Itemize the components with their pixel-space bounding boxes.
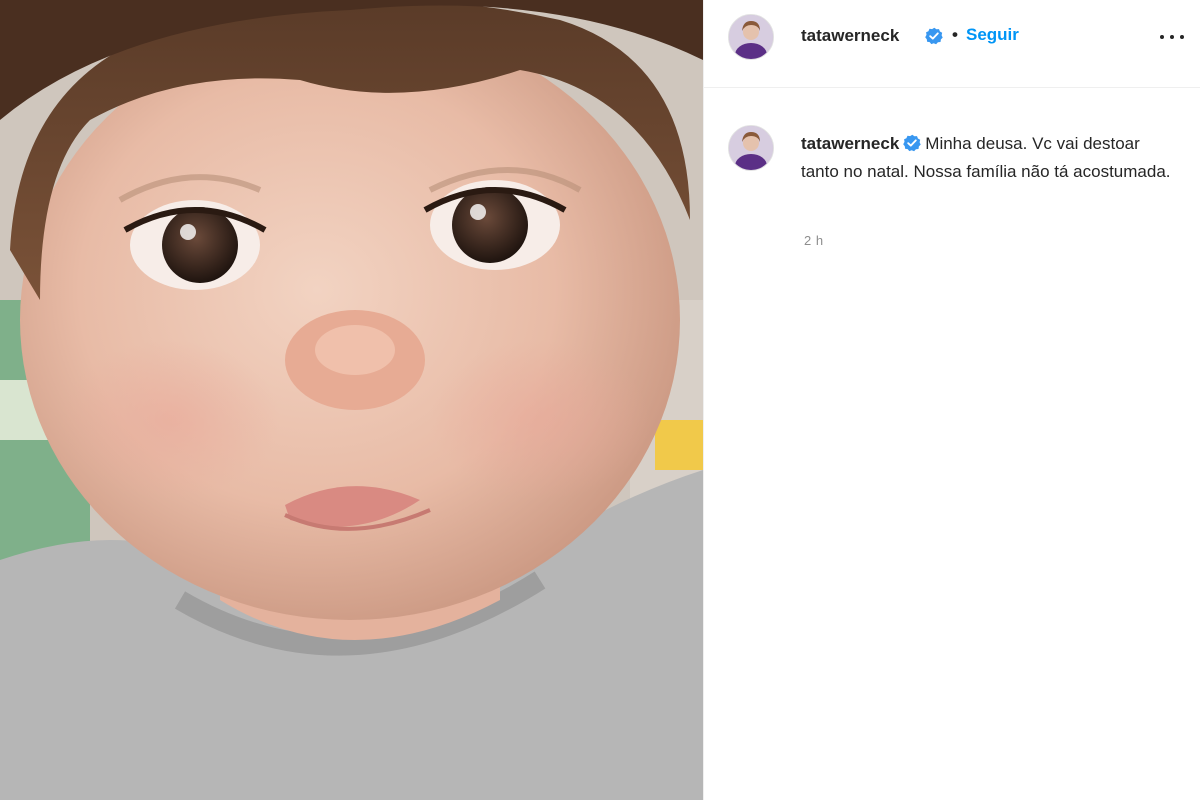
post-header: tatawerneck • Seguir [704, 0, 1200, 88]
more-dot [1170, 35, 1174, 39]
more-dot [1180, 35, 1184, 39]
caption-text-block: tatawerneck Minha deusa. Vc vai destoar … [801, 130, 1173, 186]
caption-username[interactable]: tatawerneck [801, 134, 899, 153]
author-avatar[interactable] [728, 14, 774, 60]
caption-author-avatar[interactable] [728, 125, 774, 171]
author-username[interactable]: tatawerneck [801, 26, 899, 46]
verified-badge-icon [925, 27, 943, 45]
baby-photo-illustration [0, 0, 703, 800]
header-separator: • [952, 25, 958, 44]
avatar-image [729, 126, 773, 170]
post-photo[interactable] [0, 0, 703, 800]
post-timestamp[interactable]: 2 h [804, 233, 824, 248]
follow-button[interactable]: Seguir [966, 25, 1019, 45]
more-options-icon[interactable] [1158, 24, 1186, 48]
verified-badge-icon [903, 134, 921, 152]
caption-section: tatawerneck Minha deusa. Vc vai destoar … [704, 88, 1200, 288]
post-details-panel: tatawerneck • Seguir tatawerneck Minha d… [703, 0, 1200, 800]
more-dot [1160, 35, 1164, 39]
avatar-image [729, 15, 773, 59]
